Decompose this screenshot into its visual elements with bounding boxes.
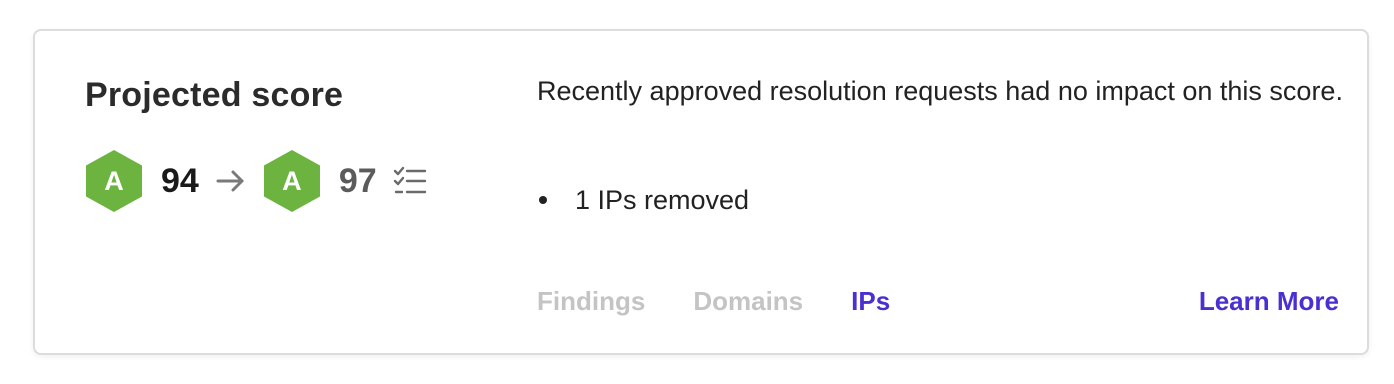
projected-grade-badge: A — [263, 149, 321, 213]
projected-score: 97 — [338, 161, 377, 200]
projected-grade-letter: A — [282, 165, 302, 196]
tab-findings[interactable]: Findings — [537, 286, 645, 317]
current-grade-letter: A — [104, 165, 124, 196]
tab-ips[interactable]: IPs — [851, 286, 890, 317]
learn-more-link[interactable]: Learn More — [1199, 286, 1339, 317]
changes-list: 1 IPs removed — [537, 177, 749, 223]
bullet-icon — [539, 196, 547, 204]
arrow-right-icon — [216, 170, 244, 192]
tab-domains[interactable]: Domains — [693, 286, 803, 317]
current-grade-badge: A — [85, 149, 143, 213]
list-item: 1 IPs removed — [537, 177, 749, 223]
projected-score-card: Projected score A 94 A 97 Recently appro… — [33, 29, 1369, 355]
card-title: Projected score — [85, 76, 344, 114]
change-text: 1 IPs removed — [575, 184, 750, 215]
checklist-icon[interactable] — [393, 166, 427, 196]
category-tabs: Findings Domains IPs — [537, 286, 938, 317]
score-row: A 94 A 97 — [85, 149, 427, 213]
impact-message: Recently approved resolution requests ha… — [537, 76, 1343, 106]
current-score: 94 — [161, 161, 199, 200]
